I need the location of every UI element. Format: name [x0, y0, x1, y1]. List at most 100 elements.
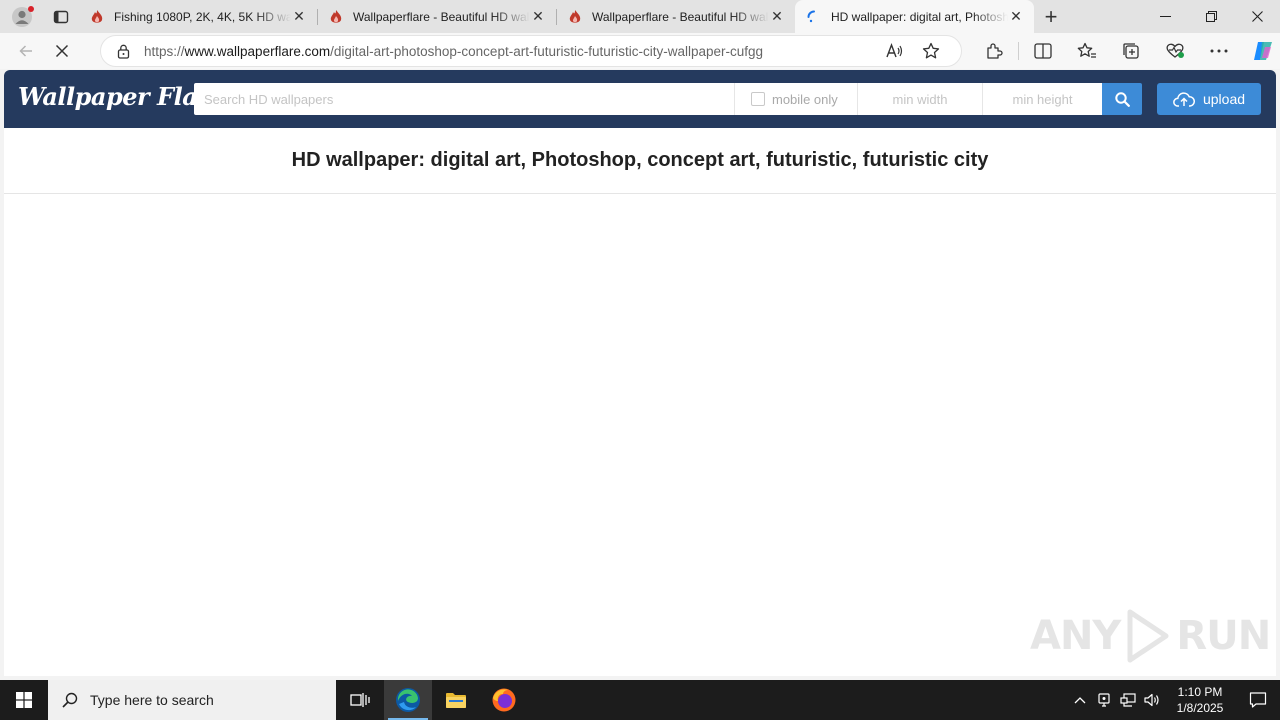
copilot-icon: [1254, 42, 1272, 60]
close-tab-icon[interactable]: ✕: [291, 8, 307, 25]
stop-loading-button[interactable]: [44, 35, 80, 67]
extensions-button[interactable]: [972, 33, 1016, 69]
page-title: HD wallpaper: digital art, Photoshop, co…: [291, 149, 989, 171]
firefox-icon: [492, 688, 516, 712]
close-icon: [1251, 11, 1263, 22]
start-button[interactable]: [0, 680, 48, 720]
tab-title: Wallpaperflare - Beautiful HD wallpapers: [592, 9, 769, 24]
taskbar-firefox[interactable]: [480, 680, 528, 720]
tab-title: HD wallpaper: digital art, Photoshop, co…: [831, 9, 1008, 24]
split-screen-icon: [1034, 43, 1052, 59]
browser-tab-3[interactable]: Wallpaperflare - Beautiful HD wallpapers…: [556, 0, 795, 33]
loading-spinner-icon: [807, 10, 815, 22]
volume-button[interactable]: [1140, 680, 1164, 720]
url-host: www.wallpaperflare.com: [184, 43, 331, 59]
read-aloud-button[interactable]: [877, 43, 913, 59]
speaker-icon: [1144, 693, 1159, 707]
site-header: Wallpaper Flare mobile only upload: [4, 70, 1276, 128]
plus-icon: +: [1044, 3, 1058, 29]
stop-icon: [55, 44, 69, 58]
tray-device-button[interactable]: [1092, 680, 1116, 720]
tab-actions-button[interactable]: [44, 0, 78, 33]
back-arrow-icon: [19, 45, 32, 57]
url-text[interactable]: https://www.wallpaperflare.com/digital-a…: [144, 44, 877, 59]
notification-center-button[interactable]: [1236, 680, 1280, 720]
heartbeat-icon: [1166, 43, 1184, 58]
mobile-only-checkbox[interactable]: [751, 92, 765, 106]
url-path: /digital-art-photoshop-concept-art-futur…: [330, 43, 764, 59]
puzzle-icon: [987, 43, 1003, 59]
lock-icon[interactable]: [117, 44, 130, 59]
window-controls: [1142, 0, 1280, 33]
close-tab-icon[interactable]: ✕: [769, 8, 785, 25]
min-width-input[interactable]: [857, 83, 982, 115]
copilot-button[interactable]: [1241, 33, 1280, 69]
collections-button[interactable]: [1109, 33, 1153, 69]
close-tab-icon[interactable]: ✕: [530, 8, 546, 25]
min-height-input[interactable]: [982, 83, 1102, 115]
favorites-icon: [1077, 42, 1096, 58]
cloud-upload-icon: [1173, 92, 1195, 107]
task-view-button[interactable]: [336, 680, 384, 720]
taskbar-file-explorer[interactable]: [432, 680, 480, 720]
browser-tab-strip: Fishing 1080P, 2K, 4K, 5K HD wallpapers …: [0, 0, 1280, 33]
search-input[interactable]: [194, 83, 734, 115]
taskbar-clock[interactable]: 1:10 PM 1/8/2025: [1164, 684, 1236, 716]
url-scheme: https://: [144, 43, 185, 59]
search-icon: [62, 692, 78, 708]
tab-actions-icon: [53, 10, 69, 23]
profile-button[interactable]: [0, 0, 44, 33]
page-viewport: Wallpaper Flare mobile only upload HD wa…: [4, 70, 1276, 676]
network-button[interactable]: [1116, 680, 1140, 720]
restore-icon: [1205, 11, 1217, 22]
upload-button[interactable]: upload: [1157, 83, 1261, 115]
folder-icon: [446, 693, 466, 708]
new-tab-button[interactable]: +: [1034, 0, 1068, 33]
taskbar-edge[interactable]: [384, 680, 432, 720]
tab-title: Wallpaperflare - Beautiful HD wallpapers: [353, 9, 530, 24]
browser-tab-1[interactable]: Fishing 1080P, 2K, 4K, 5K HD wallpapers …: [78, 0, 317, 33]
mobile-only-filter[interactable]: mobile only: [734, 83, 857, 115]
chevron-up-icon: [1074, 697, 1086, 704]
task-view-icon: [350, 693, 370, 707]
toolbar-right-icons: [972, 33, 1280, 69]
browser-essentials-button[interactable]: [1153, 33, 1197, 69]
network-icon: [1120, 693, 1136, 707]
restore-button[interactable]: [1188, 0, 1234, 33]
minimize-button[interactable]: [1142, 0, 1188, 33]
settings-more-button[interactable]: [1197, 33, 1241, 69]
wallpaperflare-favicon: [330, 9, 342, 23]
profile-notification-dot: [28, 6, 34, 12]
system-tray: 1:10 PM 1/8/2025: [1068, 680, 1280, 720]
device-icon: [1098, 693, 1110, 707]
windows-logo-icon: [16, 692, 32, 708]
star-icon: [922, 42, 940, 59]
search-button[interactable]: [1102, 83, 1142, 115]
favorites-button[interactable]: [1065, 33, 1109, 69]
close-window-button[interactable]: [1234, 0, 1280, 33]
windows-taskbar: Type here to search 1:10 PM 1/8/2025: [0, 680, 1280, 720]
search-icon: [1114, 91, 1130, 107]
minimize-icon: [1159, 16, 1171, 17]
toolbar-divider: [1018, 42, 1019, 60]
taskbar-search-placeholder: Type here to search: [90, 692, 214, 708]
browser-tab-2[interactable]: Wallpaperflare - Beautiful HD wallpapers…: [317, 0, 556, 33]
show-hidden-icons-button[interactable]: [1068, 680, 1092, 720]
upload-label: upload: [1202, 91, 1246, 107]
taskbar-search-box[interactable]: Type here to search: [48, 680, 336, 720]
close-tab-icon[interactable]: ✕: [1008, 8, 1024, 25]
address-bar[interactable]: https://www.wallpaperflare.com/digital-a…: [100, 35, 962, 67]
read-aloud-icon: [886, 43, 903, 58]
split-screen-button[interactable]: [1021, 33, 1065, 69]
collections-icon: [1123, 43, 1139, 59]
favorite-star-button[interactable]: [913, 42, 949, 60]
clock-time: 1:10 PM: [1177, 685, 1223, 699]
browser-toolbar: https://www.wallpaperflare.com/digital-a…: [0, 33, 1280, 69]
mobile-only-label: mobile only: [772, 91, 838, 107]
page-title-bar: HD wallpaper: digital art, Photoshop, co…: [4, 128, 1276, 194]
notification-icon: [1249, 692, 1267, 708]
wallpaperflare-favicon: [91, 9, 103, 23]
browser-tab-active[interactable]: HD wallpaper: digital art, Photoshop, co…: [795, 0, 1034, 33]
wallpaperflare-favicon: [569, 9, 581, 23]
back-button[interactable]: [8, 35, 44, 67]
